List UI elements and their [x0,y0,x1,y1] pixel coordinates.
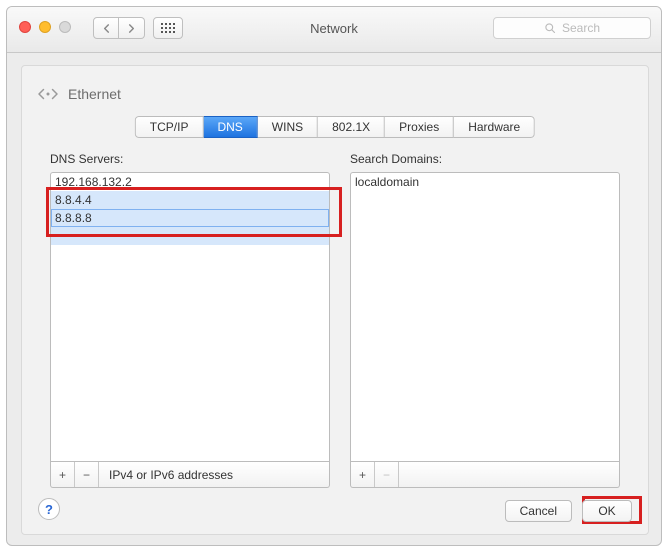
dns-servers-label: DNS Servers: [50,152,330,166]
back-button[interactable] [93,17,119,39]
search-placeholder: Search [562,21,600,35]
tab-proxies[interactable]: Proxies [385,116,454,138]
dns-servers-toolbar: + − IPv4 or IPv6 addresses [50,462,330,488]
dns-server-row-editing[interactable]: 8.8.8.8 [51,209,329,227]
forward-button[interactable] [119,17,145,39]
tab-tcpip[interactable]: TCP/IP [135,116,204,138]
zoom-window-button[interactable] [59,21,71,33]
show-all-prefs-button[interactable] [153,17,183,39]
remove-search-domain-button[interactable]: − [375,462,399,487]
search-field[interactable]: Search [493,17,651,39]
interface-name: Ethernet [68,86,121,102]
tab-8021x[interactable]: 802.1X [318,116,385,138]
remove-dns-server-button[interactable]: − [75,462,99,487]
nav-back-forward [93,17,145,39]
window-title: Network [310,21,358,36]
search-icon [544,22,556,34]
titlebar: Network Search [7,7,661,53]
search-domains-toolbar: + − [350,462,620,488]
minimize-window-button[interactable] [39,21,51,33]
window: Network Search Ethernet TCP/IP DNS WINS … [6,6,662,546]
ethernet-icon [36,84,60,104]
tab-hardware[interactable]: Hardware [454,116,535,138]
grid-icon [161,23,175,33]
search-domains-label: Search Domains: [350,152,620,166]
dns-servers-list[interactable]: 192.168.132.2 8.8.4.4 8.8.8.8 [50,172,330,462]
tabs: TCP/IP DNS WINS 802.1X Proxies Hardware [135,116,535,138]
interface-header: Ethernet [36,84,121,104]
window-traffic-lights [19,21,71,33]
dns-server-row-empty[interactable] [51,227,329,245]
tab-dns[interactable]: DNS [203,116,257,138]
add-dns-server-button[interactable]: + [51,462,75,487]
dns-server-row[interactable]: 8.8.4.4 [51,191,329,209]
settings-panel: Ethernet TCP/IP DNS WINS 802.1X Proxies … [21,65,649,535]
help-button[interactable]: ? [38,498,60,520]
dns-servers-hint: IPv4 or IPv6 addresses [99,468,233,482]
cancel-button[interactable]: Cancel [505,500,572,522]
search-domains-list[interactable]: localdomain [350,172,620,462]
add-search-domain-button[interactable]: + [351,462,375,487]
close-window-button[interactable] [19,21,31,33]
ok-button[interactable]: OK [582,500,632,522]
dialog-buttons: Cancel OK [505,500,632,522]
dns-server-row[interactable]: 192.168.132.2 [51,173,329,191]
tab-wins[interactable]: WINS [258,116,318,138]
search-domain-row[interactable]: localdomain [351,173,619,191]
search-domains-column: Search Domains: localdomain + − [350,152,620,488]
dns-servers-column: DNS Servers: 192.168.132.2 8.8.4.4 8.8.8… [50,152,330,488]
